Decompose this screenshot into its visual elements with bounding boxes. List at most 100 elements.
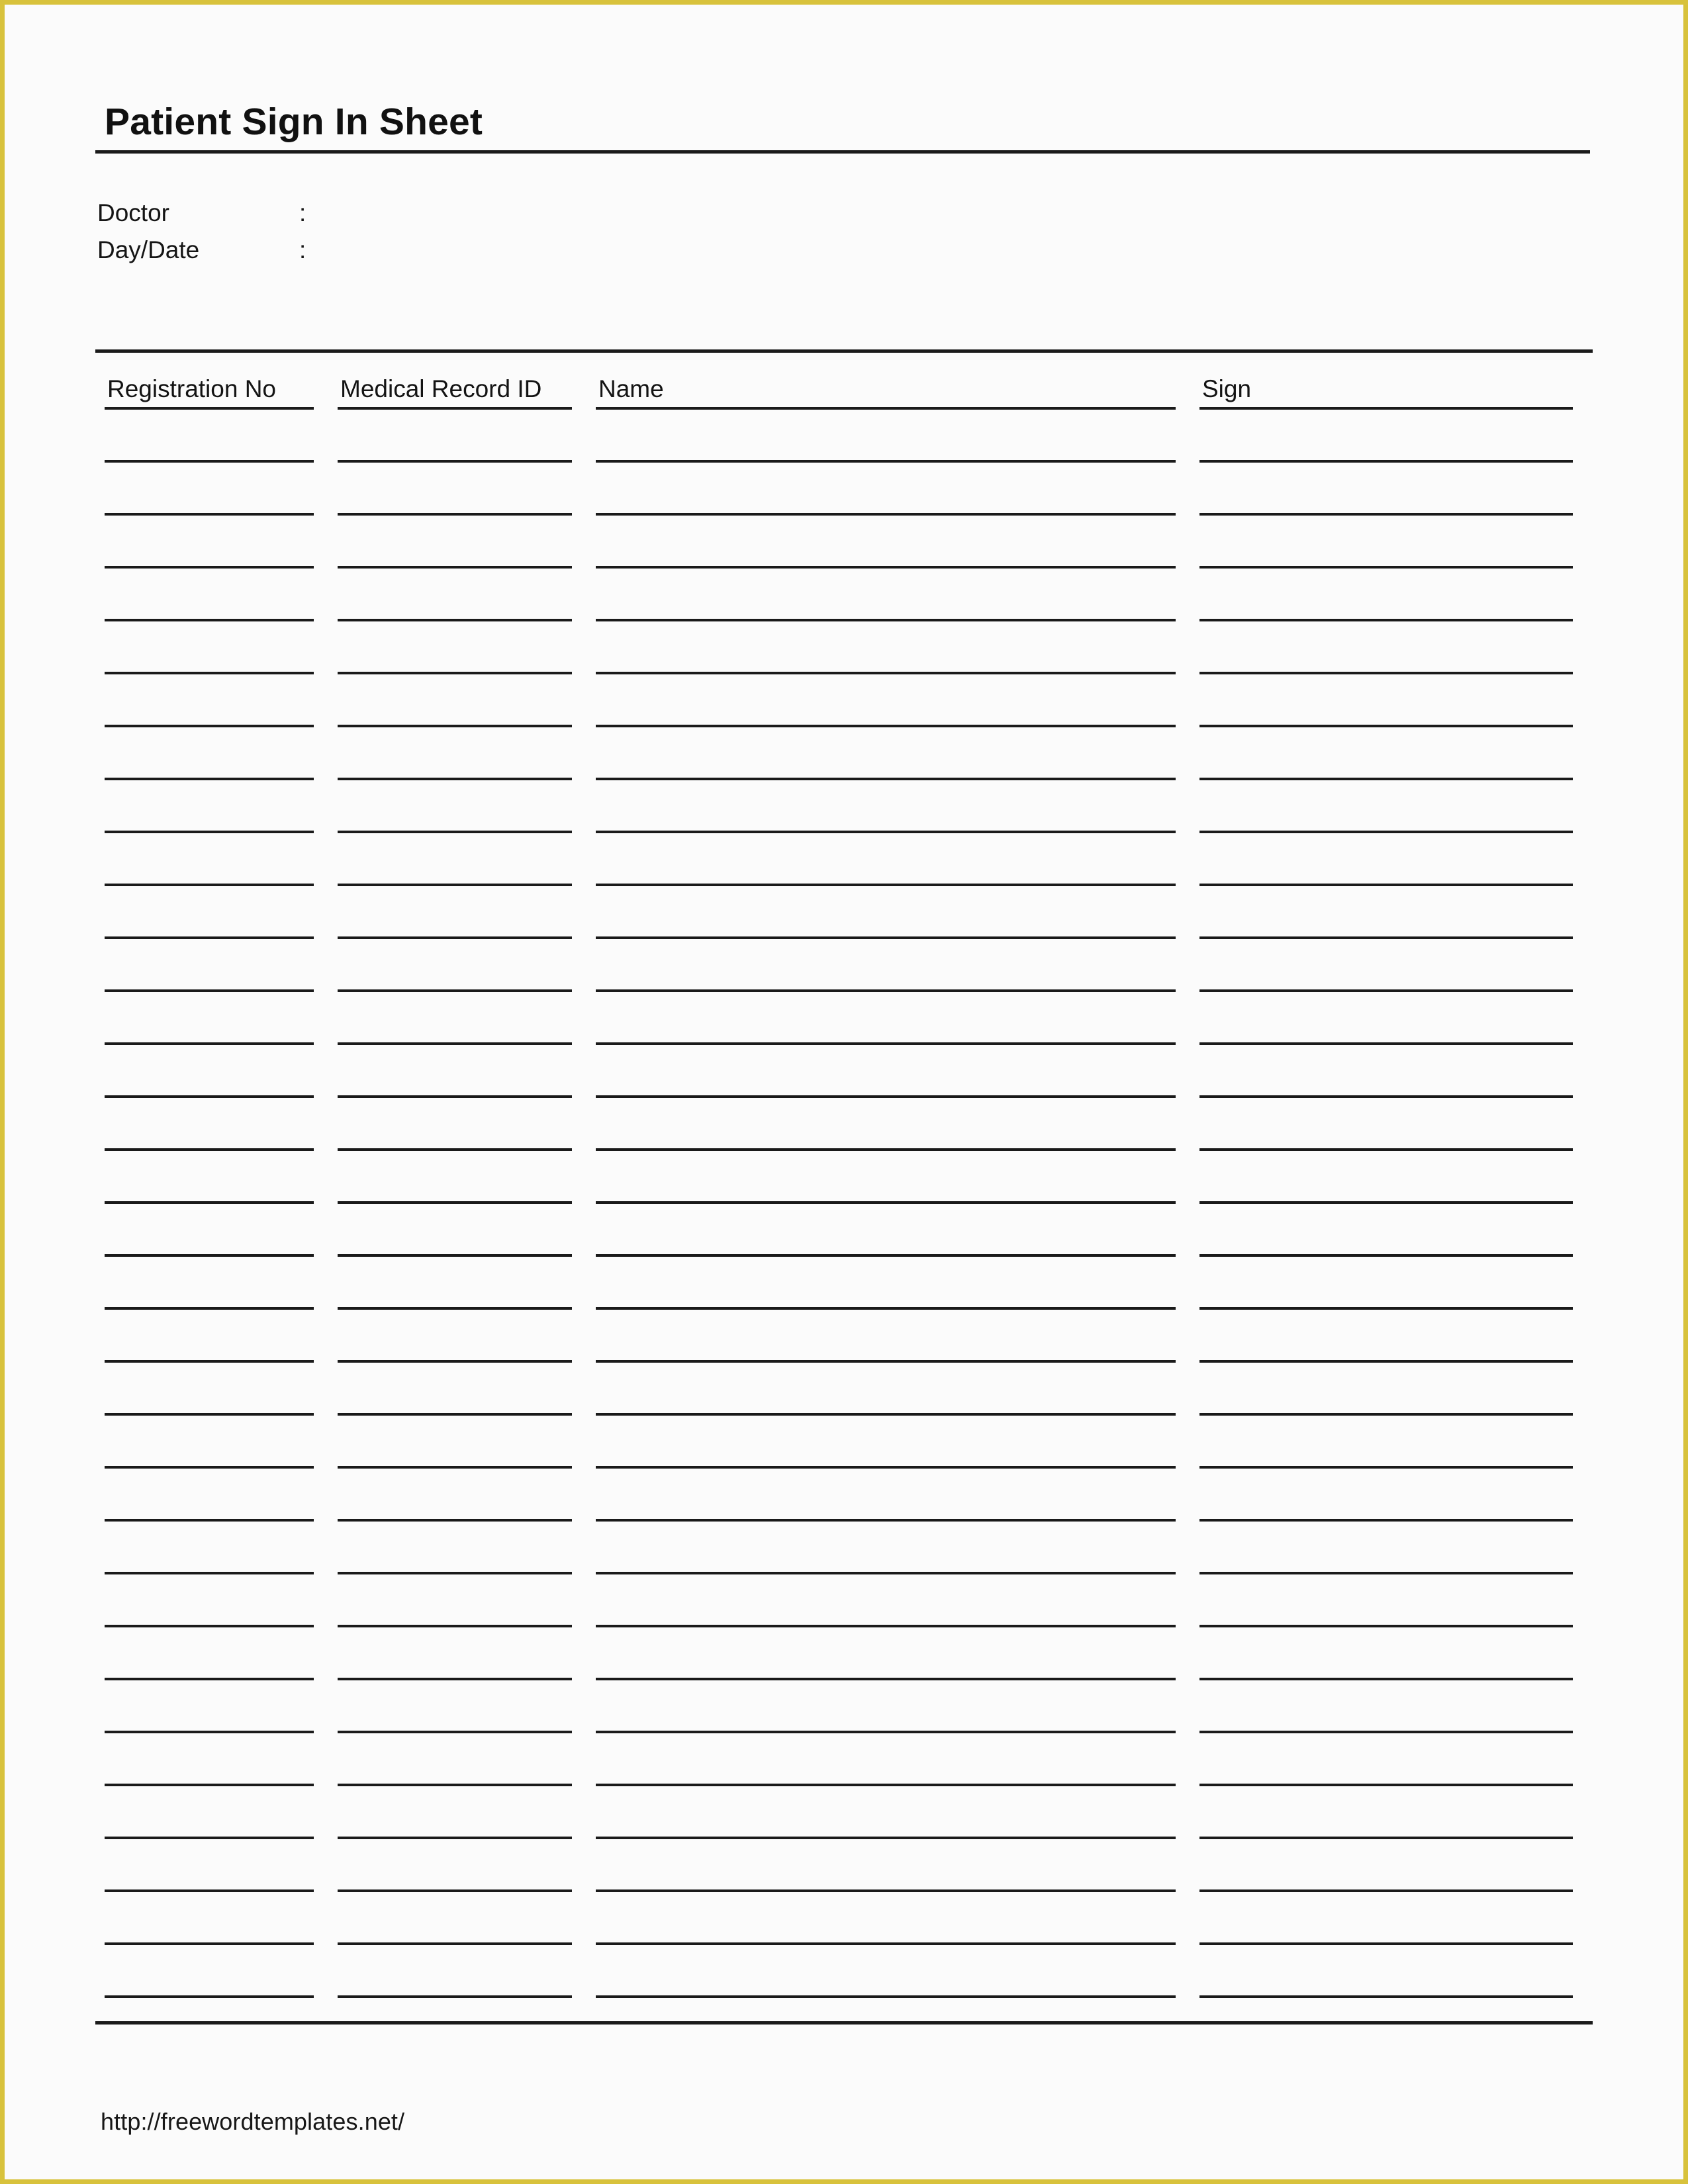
table-cell-medical_record_id[interactable] (328, 1248, 586, 1257)
table-cell-name[interactable] (586, 1460, 1190, 1469)
table-cell-medical_record_id[interactable] (328, 1513, 586, 1522)
table-cell-registration_no[interactable] (95, 1778, 328, 1786)
table-cell-sign[interactable] (1190, 1248, 1593, 1257)
table-cell-registration_no[interactable] (95, 454, 328, 463)
table-cell-name[interactable] (586, 719, 1190, 727)
table-cell-registration_no[interactable] (95, 1301, 328, 1310)
table-cell-registration_no[interactable] (95, 1725, 328, 1733)
table-cell-sign[interactable] (1190, 507, 1593, 516)
table-cell-name[interactable] (586, 1195, 1190, 1204)
table-cell-registration_no[interactable] (95, 1831, 328, 1839)
table-cell-name[interactable] (586, 772, 1190, 780)
table-cell-name[interactable] (586, 1248, 1190, 1257)
table-cell-sign[interactable] (1190, 560, 1593, 569)
table-cell-name[interactable] (586, 1089, 1190, 1098)
table-cell-name[interactable] (586, 666, 1190, 674)
table-cell-sign[interactable] (1190, 1460, 1593, 1469)
table-cell-registration_no[interactable] (95, 772, 328, 780)
table-cell-name[interactable] (586, 560, 1190, 569)
table-cell-name[interactable] (586, 1725, 1190, 1733)
table-cell-medical_record_id[interactable] (328, 931, 586, 939)
table-cell-registration_no[interactable] (95, 1672, 328, 1680)
table-cell-name[interactable] (586, 825, 1190, 833)
table-cell-sign[interactable] (1190, 1936, 1593, 1945)
table-cell-sign[interactable] (1190, 1089, 1593, 1098)
table-cell-medical_record_id[interactable] (328, 1989, 586, 1998)
table-cell-name[interactable] (586, 983, 1190, 992)
table-cell-sign[interactable] (1190, 613, 1593, 621)
table-cell-medical_record_id[interactable] (328, 507, 586, 516)
table-cell-medical_record_id[interactable] (328, 1407, 586, 1416)
table-cell-name[interactable] (586, 1036, 1190, 1045)
table-cell-medical_record_id[interactable] (328, 1142, 586, 1151)
table-cell-sign[interactable] (1190, 825, 1593, 833)
table-cell-name[interactable] (586, 1513, 1190, 1522)
table-cell-registration_no[interactable] (95, 1566, 328, 1574)
table-cell-sign[interactable] (1190, 1354, 1593, 1363)
table-cell-name[interactable] (586, 1831, 1190, 1839)
table-cell-medical_record_id[interactable] (328, 454, 586, 463)
table-cell-registration_no[interactable] (95, 613, 328, 621)
table-cell-sign[interactable] (1190, 1566, 1593, 1574)
table-cell-name[interactable] (586, 613, 1190, 621)
table-cell-medical_record_id[interactable] (328, 1301, 586, 1310)
table-cell-registration_no[interactable] (95, 560, 328, 569)
table-cell-registration_no[interactable] (95, 1989, 328, 1998)
table-cell-registration_no[interactable] (95, 507, 328, 516)
table-cell-medical_record_id[interactable] (328, 1884, 586, 1892)
table-cell-sign[interactable] (1190, 983, 1593, 992)
table-cell-medical_record_id[interactable] (328, 1089, 586, 1098)
table-cell-name[interactable] (586, 1354, 1190, 1363)
table-cell-medical_record_id[interactable] (328, 1672, 586, 1680)
table-cell-registration_no[interactable] (95, 878, 328, 886)
table-cell-medical_record_id[interactable] (328, 1831, 586, 1839)
table-cell-registration_no[interactable] (95, 983, 328, 992)
table-cell-name[interactable] (586, 1936, 1190, 1945)
table-cell-medical_record_id[interactable] (328, 1725, 586, 1733)
table-cell-registration_no[interactable] (95, 1036, 328, 1045)
table-cell-registration_no[interactable] (95, 1460, 328, 1469)
table-cell-medical_record_id[interactable] (328, 666, 586, 674)
table-cell-sign[interactable] (1190, 454, 1593, 463)
table-cell-registration_no[interactable] (95, 825, 328, 833)
table-cell-sign[interactable] (1190, 1831, 1593, 1839)
table-cell-sign[interactable] (1190, 1989, 1593, 1998)
table-cell-sign[interactable] (1190, 666, 1593, 674)
table-cell-sign[interactable] (1190, 1513, 1593, 1522)
table-cell-medical_record_id[interactable] (328, 560, 586, 569)
table-cell-sign[interactable] (1190, 1036, 1593, 1045)
table-cell-sign[interactable] (1190, 878, 1593, 886)
table-cell-sign[interactable] (1190, 1884, 1593, 1892)
table-cell-sign[interactable] (1190, 1725, 1593, 1733)
table-cell-sign[interactable] (1190, 719, 1593, 727)
table-cell-medical_record_id[interactable] (328, 1619, 586, 1627)
table-cell-medical_record_id[interactable] (328, 1936, 586, 1945)
footer-url[interactable]: http://freewordtemplates.net/ (101, 2108, 404, 2136)
doctor-field[interactable] (326, 220, 892, 221)
table-cell-name[interactable] (586, 1407, 1190, 1416)
table-cell-registration_no[interactable] (95, 1619, 328, 1627)
table-cell-registration_no[interactable] (95, 1142, 328, 1151)
table-cell-name[interactable] (586, 1566, 1190, 1574)
table-cell-registration_no[interactable] (95, 1089, 328, 1098)
table-cell-name[interactable] (586, 1989, 1190, 1998)
table-cell-name[interactable] (586, 1672, 1190, 1680)
table-cell-sign[interactable] (1190, 1301, 1593, 1310)
table-cell-medical_record_id[interactable] (328, 1566, 586, 1574)
table-cell-medical_record_id[interactable] (328, 1778, 586, 1786)
table-cell-medical_record_id[interactable] (328, 878, 586, 886)
table-cell-registration_no[interactable] (95, 1936, 328, 1945)
table-cell-medical_record_id[interactable] (328, 1460, 586, 1469)
table-cell-sign[interactable] (1190, 931, 1593, 939)
table-cell-name[interactable] (586, 1778, 1190, 1786)
table-cell-sign[interactable] (1190, 1142, 1593, 1151)
table-cell-sign[interactable] (1190, 1407, 1593, 1416)
table-cell-registration_no[interactable] (95, 1513, 328, 1522)
table-cell-sign[interactable] (1190, 1195, 1593, 1204)
table-cell-name[interactable] (586, 454, 1190, 463)
table-cell-name[interactable] (586, 931, 1190, 939)
table-cell-name[interactable] (586, 878, 1190, 886)
table-cell-medical_record_id[interactable] (328, 1195, 586, 1204)
table-cell-medical_record_id[interactable] (328, 1036, 586, 1045)
table-cell-medical_record_id[interactable] (328, 613, 586, 621)
